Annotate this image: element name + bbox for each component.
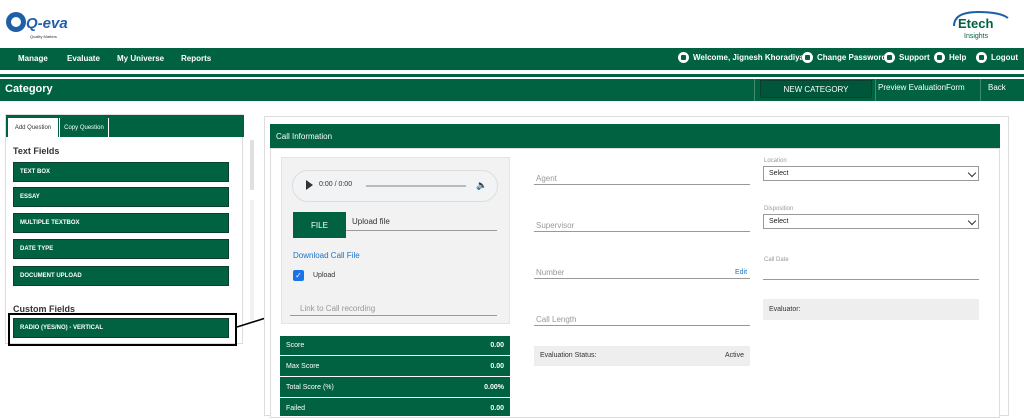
evaluator-field: Evaluator: (763, 299, 979, 320)
failed-value: 0.00 (490, 405, 504, 412)
audio-time: 0:00 / 0:00 (319, 181, 353, 188)
chevron-down-icon (967, 216, 977, 226)
help-icon (934, 52, 945, 63)
help-text: Help (949, 53, 967, 62)
field-essay-button[interactable]: ESSAY (13, 187, 229, 207)
score-value: 0.00 (490, 342, 504, 349)
audio-seek-bar[interactable] (366, 185, 466, 187)
nav-reports[interactable]: Reports (181, 54, 211, 63)
upload-checkbox-label: Upload (313, 272, 336, 279)
welcome-text: Welcome, Jignesh Khoradiya (693, 53, 804, 62)
call-length-underline (534, 325, 750, 326)
supervisor-field[interactable]: Supervisor (536, 221, 574, 230)
nav-manage[interactable]: Manage (18, 54, 48, 63)
score-row: Score 0.00 (280, 336, 510, 356)
separator (754, 79, 755, 101)
call-information-header: Call Information (270, 124, 1000, 148)
total-score-label: Total Score (%) (286, 384, 334, 391)
edit-number-link[interactable]: Edit (735, 269, 747, 276)
category-bar: Category NEW CATEGORY Preview Evaluation… (0, 79, 1024, 101)
evaluation-status-label: Evaluation Status: (540, 352, 597, 359)
support-link[interactable]: Support (884, 52, 930, 63)
field-text-box-button[interactable]: TEXT BOX (13, 162, 229, 182)
power-icon (976, 52, 987, 63)
field-document-upload-button[interactable]: DOCUMENT UPLOAD (13, 266, 229, 286)
chevron-down-icon (967, 168, 977, 178)
supervisor-underline (534, 231, 750, 232)
link-to-call-recording-input[interactable]: Link to Call recording (300, 304, 375, 313)
help-link[interactable]: Help (934, 52, 966, 63)
disposition-select[interactable]: Select (763, 214, 979, 229)
volume-icon[interactable]: 🔈 (476, 180, 487, 191)
nav-evaluate[interactable]: Evaluate (67, 54, 100, 63)
disposition-select-value: Select (769, 218, 789, 225)
score-label: Score (286, 342, 305, 349)
logout-link[interactable]: Logout (976, 52, 1018, 63)
preview-evaluation-form-button[interactable]: Preview EvaluationForm (878, 83, 965, 92)
score-summary: Score 0.00 Max Score 0.00 Total Score (%… (280, 336, 510, 419)
page-title: Category (5, 83, 53, 95)
download-call-file-link[interactable]: Download Call File (293, 251, 360, 260)
location-label: Location (764, 158, 787, 164)
new-category-button[interactable]: NEW CATEGORY (760, 80, 872, 98)
etech-tagline: Insights (964, 33, 989, 40)
back-button[interactable]: Back (988, 83, 1006, 92)
evaluation-status-value: Active (724, 352, 744, 359)
change-password-link[interactable]: Change Password (802, 52, 886, 63)
failed-label: Failed (286, 405, 306, 412)
logout-text: Logout (991, 53, 1019, 62)
top-header: Q-eval Quality Matters Etech Insights (0, 0, 1024, 48)
qeval-logo[interactable]: Q-eval Quality Matters (4, 6, 68, 42)
annotation-highlight-box (8, 313, 237, 346)
upload-checkbox[interactable]: ✓ (293, 270, 304, 281)
gear-icon (802, 52, 813, 63)
tab-add-question[interactable]: Add Question (8, 118, 58, 137)
call-length-field[interactable]: Call Length (536, 315, 576, 324)
support-icon (884, 52, 895, 63)
failed-row: Failed 0.00 (280, 399, 510, 419)
qeval-logo-text: Q-eval (26, 15, 68, 32)
text-fields-heading: Text Fields (13, 146, 60, 156)
agent-underline (534, 184, 750, 185)
location-select-value: Select (769, 170, 789, 177)
palette-scrollbar-thumb[interactable] (250, 140, 254, 190)
total-score-row: Total Score (%) 0.00% (280, 378, 510, 398)
upload-file-underline (346, 230, 497, 231)
total-score-value: 0.00% (484, 384, 504, 391)
etech-logo-text: Etech (958, 16, 993, 31)
upload-file-label: Upload file (352, 217, 390, 226)
support-text: Support (899, 53, 930, 62)
qeval-tagline: Quality Matters (30, 34, 57, 39)
file-button[interactable]: FILE (293, 212, 346, 238)
agent-field[interactable]: Agent (536, 174, 557, 183)
palette-tabs: Add Question Copy Question (6, 115, 244, 137)
palette-scrollbar-track[interactable] (250, 200, 254, 320)
link-recording-underline (290, 315, 497, 316)
location-select[interactable]: Select (763, 166, 979, 181)
max-score-label: Max Score (286, 363, 320, 370)
play-icon[interactable] (306, 180, 313, 190)
evaluation-status: Evaluation Status: Active (534, 346, 750, 366)
separator (980, 79, 981, 101)
call-date-label: Call Date (764, 257, 789, 263)
change-password-text: Change Password (817, 53, 887, 62)
user-icon (678, 52, 689, 63)
call-date-input[interactable] (763, 279, 979, 280)
number-field[interactable]: Number (536, 268, 564, 277)
main-navbar: Manage Evaluate My Universe Reports Welc… (0, 48, 1024, 70)
number-underline (534, 278, 750, 279)
max-score-row: Max Score 0.00 (280, 357, 510, 377)
field-multiple-textbox-button[interactable]: MULTIPLE TEXTBOX (13, 213, 229, 233)
disposition-label: Disposition (764, 206, 794, 212)
header-divider (0, 74, 1024, 77)
tab-copy-question[interactable]: Copy Question (59, 118, 109, 137)
etech-logo: Etech Insights (953, 10, 1009, 40)
max-score-value: 0.00 (490, 363, 504, 370)
nav-my-universe[interactable]: My Universe (117, 54, 164, 63)
welcome-user[interactable]: Welcome, Jignesh Khoradiya (678, 52, 804, 63)
separator (875, 79, 876, 101)
field-date-type-button[interactable]: DATE TYPE (13, 239, 229, 259)
check-icon: ✓ (295, 271, 302, 280)
